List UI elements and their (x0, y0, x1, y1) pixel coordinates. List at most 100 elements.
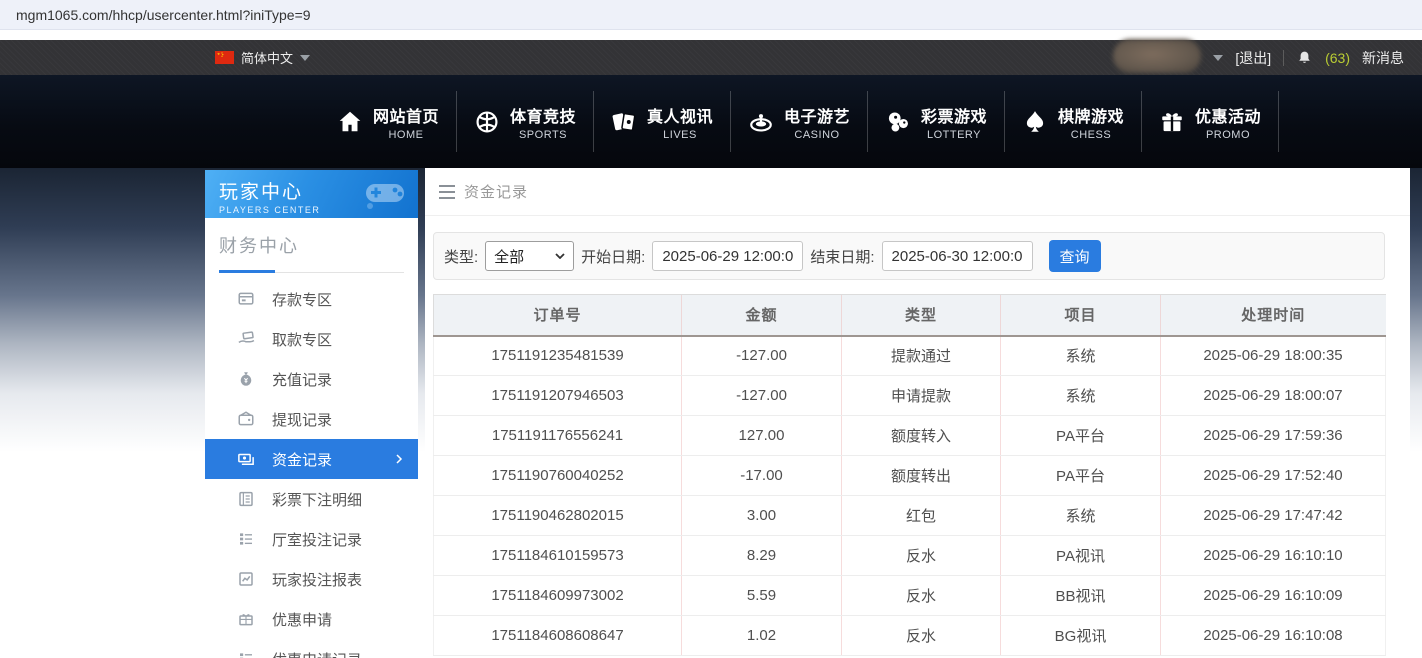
sports-ball-icon (474, 109, 500, 135)
sidebar-item[interactable]: 充值记录 (205, 359, 418, 399)
sidebar-item[interactable]: 存款专区 (205, 279, 418, 319)
cell-project: BG视讯 (1001, 616, 1161, 656)
logout-button[interactable]: [退出] (1235, 48, 1271, 68)
gift-icon (1159, 109, 1185, 135)
sidebar-item-label: 优惠申请记录 (272, 649, 362, 658)
start-date-input[interactable] (652, 241, 803, 271)
recharge-record-icon (237, 370, 255, 388)
nav-item-subtitle: HOME (373, 129, 439, 141)
sidebar-item[interactable]: 提现记录 (205, 399, 418, 439)
nav-item[interactable]: 网站首页 HOME (320, 91, 457, 152)
end-date-input[interactable] (882, 241, 1033, 271)
cell-time: 2025-06-29 16:10:08 (1161, 616, 1386, 656)
cell-time: 2025-06-29 17:59:36 (1161, 416, 1386, 456)
filter-bar: 类型: 全部 开始日期: 结束日期: 查询 (433, 232, 1385, 280)
nav-item[interactable]: 电子游艺 CASINO (731, 91, 868, 152)
cell-time: 2025-06-29 16:10:10 (1161, 536, 1386, 576)
table-header-cell: 类型 (842, 295, 1001, 336)
cell-order-no: 1751184610159573 (434, 536, 682, 576)
funds-records-table: 订单号 金额 类型 项目 处理时间 1751191235481539 -127.… (433, 294, 1386, 656)
nav-item-subtitle: CHESS (1058, 129, 1124, 141)
browser-url-bar[interactable]: mgm1065.com/hhcp/usercenter.html?iniType… (0, 0, 1422, 30)
cell-project: PA视讯 (1001, 536, 1161, 576)
players-center-banner: 玩家中心 PLAYERS CENTER (205, 170, 418, 218)
table-row: 1751191176556241 127.00 额度转入 PA平台 2025-0… (434, 416, 1386, 456)
sidebar-item[interactable]: 玩家投注报表 (205, 559, 418, 599)
type-select-value: 全部 (494, 246, 524, 267)
promo-record-icon (237, 650, 255, 658)
bell-icon[interactable] (1296, 49, 1313, 67)
sidebar-item-label: 优惠申请 (272, 609, 332, 630)
type-select[interactable]: 全部 (485, 241, 574, 271)
cell-order-no: 1751190462802015 (434, 496, 682, 536)
cell-amount: -127.00 (682, 336, 842, 376)
breadcrumb: 资金记录 (425, 168, 1410, 216)
sidebar-item-label: 充值记录 (272, 369, 332, 390)
table-header-cell: 项目 (1001, 295, 1161, 336)
page-title: 资金记录 (464, 181, 528, 202)
cell-type: 申请提款 (842, 376, 1001, 416)
cell-type: 额度转入 (842, 416, 1001, 456)
cell-order-no: 1751184609973002 (434, 576, 682, 616)
withdrawal-record-icon (237, 410, 255, 428)
new-messages-link[interactable]: 新消息 (1362, 48, 1404, 68)
cell-order-no: 1751191207946503 (434, 376, 682, 416)
sidebar-item[interactable]: 优惠申请记录 (205, 639, 418, 658)
lottery-detail-icon (237, 490, 255, 508)
page-url[interactable]: mgm1065.com/hhcp/usercenter.html?iniType… (16, 7, 311, 23)
language-label: 简体中文 (241, 48, 293, 67)
cell-project: PA平台 (1001, 456, 1161, 496)
sidebar-item[interactable]: 厅室投注记录 (205, 519, 418, 559)
nav-item-title: 棋牌游戏 (1058, 103, 1124, 127)
hamburger-icon (439, 185, 455, 199)
cell-amount: -127.00 (682, 376, 842, 416)
spade-icon (1022, 109, 1048, 135)
nav-item[interactable]: 优惠活动 PROMO (1142, 91, 1279, 152)
sidebar-item[interactable]: 取款专区 (205, 319, 418, 359)
cell-project: PA平台 (1001, 416, 1161, 456)
sidebar-item[interactable]: 优惠申请 (205, 599, 418, 639)
sidebar-item[interactable]: 资金记录 (205, 439, 418, 479)
end-date-label: 结束日期: (810, 246, 874, 267)
chevron-down-icon[interactable] (1213, 55, 1223, 61)
main-content: 资金记录 类型: 全部 开始日期: 结束日期: 查询 订单号 金额 类型 (425, 168, 1410, 658)
nav-item-subtitle: PROMO (1195, 129, 1261, 141)
chevron-down-icon (300, 55, 310, 61)
main-nav: 网站首页 HOME 体育竞技 SPORTS 真人视讯 LIVES (0, 75, 1422, 168)
nav-item[interactable]: 体育竞技 SPORTS (457, 91, 594, 152)
nav-item[interactable]: 棋牌游戏 CHESS (1005, 91, 1142, 152)
language-selector[interactable]: 简体中文 (215, 48, 310, 67)
cell-amount: 1.02 (682, 616, 842, 656)
nav-item[interactable]: 真人视讯 LIVES (594, 91, 731, 152)
cell-time: 2025-06-29 17:47:42 (1161, 496, 1386, 536)
nav-item-subtitle: LOTTERY (921, 129, 987, 141)
cell-type: 提款通过 (842, 336, 1001, 376)
nav-item[interactable]: 彩票游戏 LOTTERY (868, 91, 1005, 152)
type-label: 类型: (444, 246, 478, 267)
table-row: 1751184609973002 5.59 反水 BB视讯 2025-06-29… (434, 576, 1386, 616)
cell-order-no: 1751184608608647 (434, 616, 682, 656)
username-blurred[interactable] (1113, 39, 1201, 73)
cell-order-no: 1751191176556241 (434, 416, 682, 456)
funds-record-icon (237, 450, 255, 468)
search-button[interactable]: 查询 (1049, 240, 1101, 272)
nav-item-title: 体育竞技 (510, 103, 576, 127)
table-header-row: 订单号 金额 类型 项目 处理时间 (434, 295, 1386, 336)
sidebar-menu: 存款专区 取款专区 充值记录 (205, 279, 418, 658)
nav-item-subtitle: LIVES (647, 129, 713, 141)
cell-project: 系统 (1001, 376, 1161, 416)
table-header-cell: 金额 (682, 295, 842, 336)
nav-item-subtitle: CASINO (784, 129, 850, 141)
withdraw-icon (237, 330, 255, 348)
chevron-right-icon (393, 453, 405, 465)
cell-type: 反水 (842, 576, 1001, 616)
cell-amount: 3.00 (682, 496, 842, 536)
player-report-icon (237, 570, 255, 588)
start-date-label: 开始日期: (581, 246, 645, 267)
sidebar-item[interactable]: 彩票下注明细 (205, 479, 418, 519)
table-row: 1751190760040252 -17.00 额度转出 PA平台 2025-0… (434, 456, 1386, 496)
message-count[interactable]: (63) (1325, 50, 1350, 66)
sidebar-item-label: 资金记录 (272, 449, 332, 470)
account-bar: 简体中文 [退出] (63) 新消息 (0, 40, 1422, 75)
lottery-balls-icon (885, 109, 911, 135)
